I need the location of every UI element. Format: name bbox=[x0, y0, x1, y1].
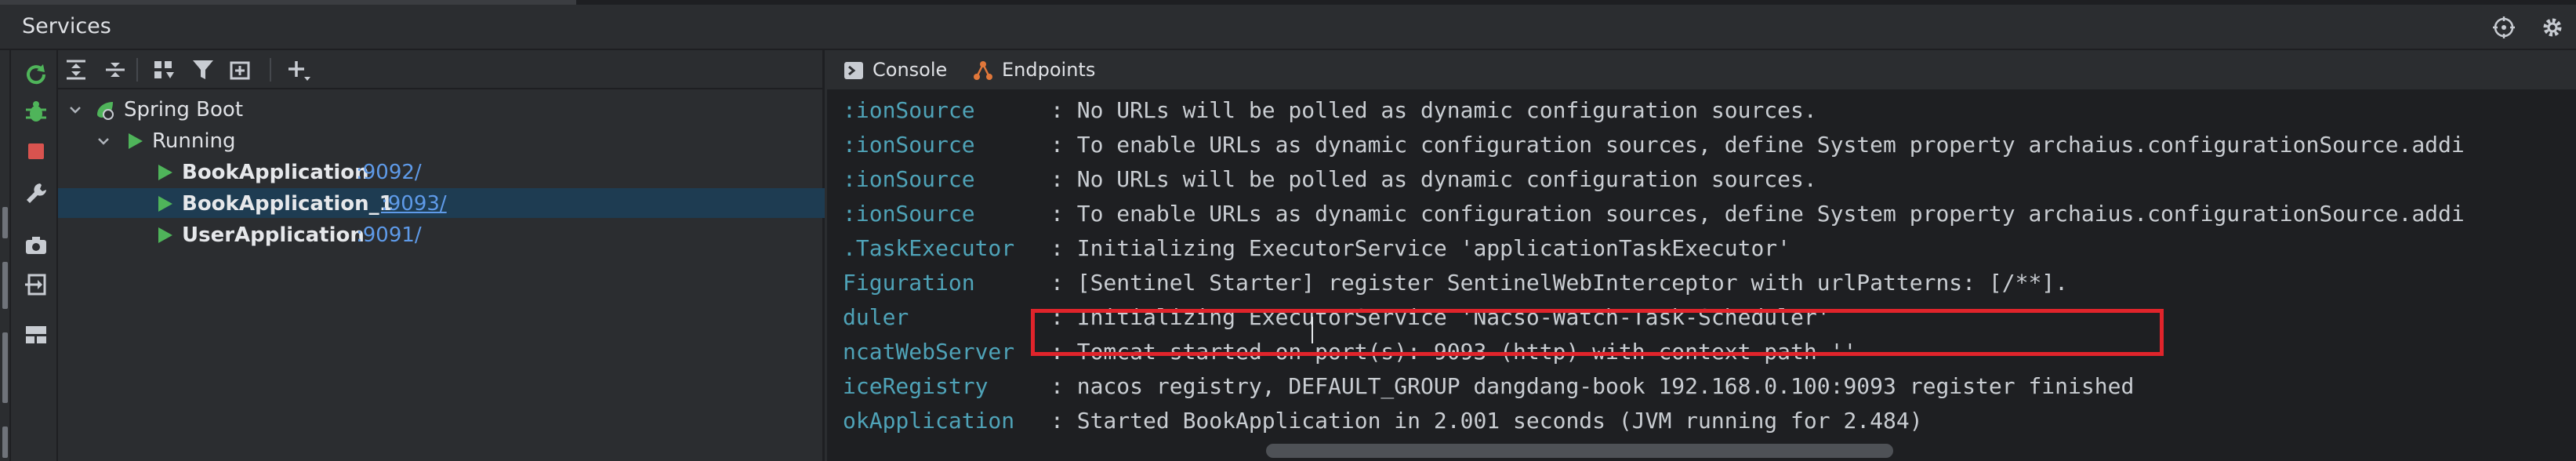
tab-label: Console bbox=[873, 59, 948, 81]
run-icon bbox=[154, 162, 176, 183]
log-message: : Started BookApplication in 2.001 secon… bbox=[1050, 408, 1923, 434]
services-action-toolbar bbox=[13, 50, 58, 461]
toolbar-separator bbox=[270, 58, 271, 82]
log-message: : nacos registry, DEFAULT_GROUP dangdang… bbox=[1050, 373, 2135, 399]
port-link[interactable]: :9092/ bbox=[356, 161, 422, 184]
log-source: .TaskExecutor bbox=[843, 235, 1015, 261]
tree-node-app-selected[interactable]: BookApplication_1 :9093/ bbox=[58, 188, 825, 218]
console-output[interactable]: :ionSource : No URLs will be polled as d… bbox=[827, 93, 2576, 461]
tree-toolbar bbox=[58, 50, 825, 89]
crosshair-icon[interactable] bbox=[2491, 15, 2516, 40]
collapse-all-icon[interactable] bbox=[102, 56, 129, 83]
services-tree-panel: Spring Boot Running BookApplication :909… bbox=[58, 50, 825, 461]
strip-marker bbox=[2, 332, 8, 403]
log-line: okApplication : Started BookApplication … bbox=[827, 408, 2576, 442]
log-source: iceRegistry bbox=[843, 373, 989, 399]
port-link[interactable]: :9091/ bbox=[356, 223, 422, 247]
filter-icon[interactable] bbox=[190, 56, 216, 83]
new-service-icon[interactable] bbox=[227, 56, 254, 83]
log-line: iceRegistry : nacos registry, DEFAULT_GR… bbox=[827, 373, 2576, 408]
log-message: : Initializing ExecutorService 'applicat… bbox=[1050, 235, 1791, 261]
log-message: : No URLs will be polled as dynamic conf… bbox=[1050, 166, 1817, 192]
run-icon bbox=[154, 193, 176, 215]
chevron-down-icon[interactable] bbox=[67, 102, 83, 118]
group-by-icon[interactable] bbox=[151, 56, 177, 83]
text-caret bbox=[1312, 317, 1313, 343]
log-line-highlighted: Figuration : [Sentinel Starter] register… bbox=[827, 270, 2576, 304]
console-icon bbox=[843, 60, 865, 82]
node-label: Running bbox=[152, 129, 236, 153]
chevron-down-icon[interactable] bbox=[96, 133, 111, 149]
debug-icon[interactable] bbox=[23, 99, 49, 125]
log-source: ncatWebServer bbox=[843, 339, 1015, 365]
expand-all-icon[interactable] bbox=[63, 56, 89, 83]
add-icon[interactable] bbox=[285, 56, 312, 83]
log-source: Figuration bbox=[843, 270, 975, 296]
log-line: :ionSource : To enable URLs as dynamic c… bbox=[827, 201, 2576, 235]
log-source: :ionSource bbox=[843, 166, 975, 192]
run-icon bbox=[124, 130, 146, 152]
side-tool-strip bbox=[0, 50, 11, 461]
tab-endpoints[interactable]: Endpoints bbox=[972, 50, 1121, 91]
log-source: :ionSource bbox=[843, 201, 975, 227]
horizontal-scrollbar[interactable] bbox=[1266, 444, 1893, 458]
gear-icon[interactable] bbox=[2540, 15, 2565, 40]
log-source: :ionSource bbox=[843, 132, 975, 158]
layout-icon[interactable] bbox=[23, 321, 49, 348]
app-name: BookApplication bbox=[182, 161, 369, 184]
tab-label: Endpoints bbox=[1002, 59, 1096, 81]
run-icon bbox=[154, 224, 176, 246]
tree-node-app[interactable]: BookApplication :9092/ bbox=[58, 157, 825, 187]
app-name: BookApplication_1 bbox=[182, 192, 394, 216]
log-source: okApplication bbox=[843, 408, 1015, 434]
tree-node-app[interactable]: UserApplication :9091/ bbox=[58, 220, 825, 249]
toolbar-separator bbox=[136, 58, 138, 82]
camera-icon[interactable] bbox=[23, 232, 49, 259]
strip-marker bbox=[2, 207, 8, 238]
app-name: UserApplication bbox=[182, 223, 365, 247]
exit-icon[interactable] bbox=[23, 271, 49, 298]
log-source: :ionSource bbox=[843, 97, 975, 123]
log-message: : To enable URLs as dynamic configuratio… bbox=[1050, 132, 2465, 158]
log-message: : [Sentinel Starter] register SentinelWe… bbox=[1050, 270, 2069, 296]
panel-title: Services bbox=[22, 14, 111, 38]
log-message: : To enable URLs as dynamic configuratio… bbox=[1050, 201, 2465, 227]
wrench-icon[interactable] bbox=[23, 180, 49, 207]
port-link[interactable]: :9093/ bbox=[381, 192, 447, 216]
strip-marker bbox=[2, 427, 8, 458]
tree-node-running[interactable]: Running bbox=[58, 125, 825, 155]
tree-node-spring-boot[interactable]: Spring Boot bbox=[58, 94, 825, 124]
log-line: :ionSource : To enable URLs as dynamic c… bbox=[827, 132, 2576, 166]
rerun-icon[interactable] bbox=[23, 61, 49, 88]
endpoints-icon bbox=[972, 60, 994, 82]
annotation-highlight-box bbox=[1031, 309, 2164, 356]
log-source: duler bbox=[843, 304, 909, 330]
stop-icon[interactable] bbox=[23, 138, 49, 165]
log-message: : No URLs will be polled as dynamic conf… bbox=[1050, 97, 1817, 123]
tab-console[interactable]: Console bbox=[843, 50, 960, 91]
spring-boot-icon bbox=[94, 99, 116, 121]
strip-marker bbox=[2, 262, 8, 309]
log-line: .TaskExecutor : Initializing ExecutorSer… bbox=[827, 235, 2576, 270]
node-label: Spring Boot bbox=[124, 98, 244, 122]
log-line: :ionSource : No URLs will be polled as d… bbox=[827, 166, 2576, 201]
log-line: :ionSource : No URLs will be polled as d… bbox=[827, 97, 2576, 132]
services-header: Services bbox=[0, 5, 2576, 50]
console-tab-bar: Console Endpoints bbox=[827, 50, 2576, 91]
console-panel: Console Endpoints :ionSource : No URLs w… bbox=[827, 50, 2576, 461]
